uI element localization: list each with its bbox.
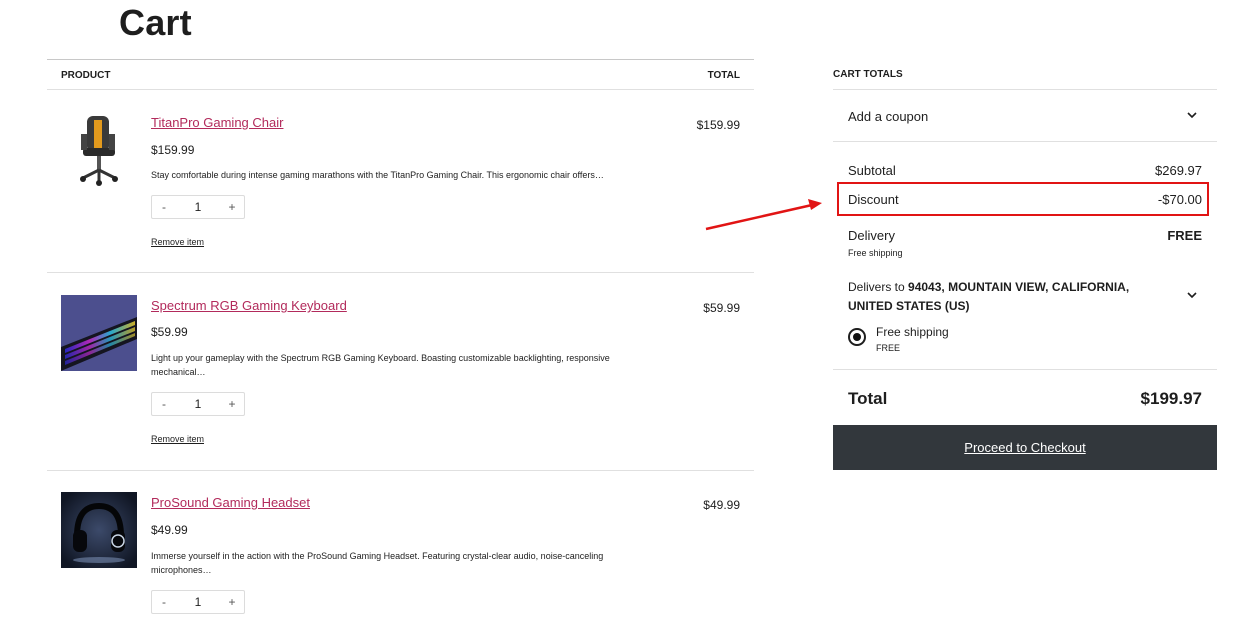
delivery-row: Delivery Free shipping FREE [833, 216, 1217, 272]
remove-item-link[interactable]: Remove item [151, 434, 204, 444]
item-total: $59.99 [703, 301, 740, 315]
item-total: $49.99 [703, 498, 740, 512]
item-description: Stay comfortable during intense gaming m… [151, 170, 604, 180]
cart-item: ProSound Gaming Headset $49.99 Immerse y… [47, 471, 754, 631]
remove-item-link[interactable]: Remove item [151, 237, 204, 247]
proceed-to-checkout-button[interactable]: Proceed to Checkout [833, 425, 1217, 470]
cart-totals-title: CART TOTALS [833, 69, 903, 80]
discount-label: Discount [848, 192, 899, 207]
item-total: $159.99 [696, 118, 740, 132]
rgb-keyboard-image[interactable] [61, 295, 137, 371]
total-label: Total [848, 389, 888, 408]
product-column-header: PRODUCT [61, 70, 111, 81]
delivery-method: Free shipping [848, 248, 903, 258]
subtotal-value: $269.97 [1155, 163, 1202, 178]
total-column-header: TOTAL [707, 70, 740, 81]
shipping-option-price: FREE [876, 343, 901, 353]
cart-table: PRODUCT TOTAL TitanPro Gaming Chair $159… [47, 59, 754, 631]
increase-quantity-button[interactable]: + [220, 393, 244, 415]
increase-quantity-button[interactable]: + [220, 196, 244, 218]
shipping-option-radio[interactable] [848, 328, 866, 346]
decrease-quantity-button[interactable]: - [152, 393, 176, 415]
item-price: $49.99 [151, 523, 188, 537]
decrease-quantity-button[interactable]: - [152, 196, 176, 218]
chevron-down-icon[interactable] [1187, 110, 1197, 120]
product-link[interactable]: TitanPro Gaming Chair [151, 115, 283, 130]
total-value: $199.97 [1140, 389, 1202, 408]
item-price: $59.99 [151, 325, 188, 339]
subtotal-label: Subtotal [848, 163, 896, 178]
discount-value: -$70.00 [1157, 192, 1202, 207]
cart-totals-panel: CART TOTALS Add a coupon Subtotal $269.9… [833, 59, 1217, 470]
cart-item: Spectrum RGB Gaming Keyboard $59.99 Ligh… [47, 273, 754, 471]
delivery-address-toggle[interactable]: Delivers to 94043, MOUNTAIN VIEW, CALIFO… [833, 272, 1217, 316]
product-link[interactable]: Spectrum RGB Gaming Keyboard [151, 298, 347, 313]
subtotal-row: Subtotal $269.97 [833, 142, 1217, 182]
quantity-stepper[interactable]: - 1 + [151, 195, 245, 219]
item-price: $159.99 [151, 143, 195, 157]
coupon-label: Add a coupon [848, 109, 929, 124]
quantity-stepper[interactable]: - 1 + [151, 590, 245, 614]
order-total-row: Total $199.97 [833, 370, 1217, 425]
delivers-to-prefix: Delivers to [848, 280, 905, 294]
product-link[interactable]: ProSound Gaming Headset [151, 495, 310, 510]
delivery-label: Delivery [848, 228, 895, 243]
page-title: Cart [119, 2, 192, 43]
annotation-arrow [705, 199, 822, 231]
delivery-address: Delivers to 94043, MOUNTAIN VIEW, CALIFO… [848, 278, 1168, 316]
shipping-option: Free shipping FREE [833, 316, 1217, 370]
coupon-toggle[interactable]: Add a coupon [833, 90, 1217, 142]
cart-table-header: PRODUCT TOTAL [47, 59, 754, 90]
item-description: Immerse yourself in the action with the … [151, 551, 604, 575]
quantity-value[interactable]: 1 [176, 196, 220, 218]
delivery-value: FREE [1167, 228, 1202, 243]
discount-row: Discount -$70.00 [837, 182, 1209, 216]
shipping-option-label[interactable]: Free shipping [876, 325, 949, 339]
quantity-stepper[interactable]: - 1 + [151, 392, 245, 416]
item-description: Light up your gameplay with the Spectrum… [151, 353, 610, 377]
cart-totals-heading: CART TOTALS [833, 59, 1217, 90]
cart-item: TitanPro Gaming Chair $159.99 Stay comfo… [47, 90, 754, 273]
gaming-headset-image[interactable] [61, 492, 137, 568]
gaming-chair-image[interactable] [61, 112, 137, 188]
chevron-down-icon[interactable] [1187, 290, 1197, 300]
quantity-value[interactable]: 1 [176, 393, 220, 415]
